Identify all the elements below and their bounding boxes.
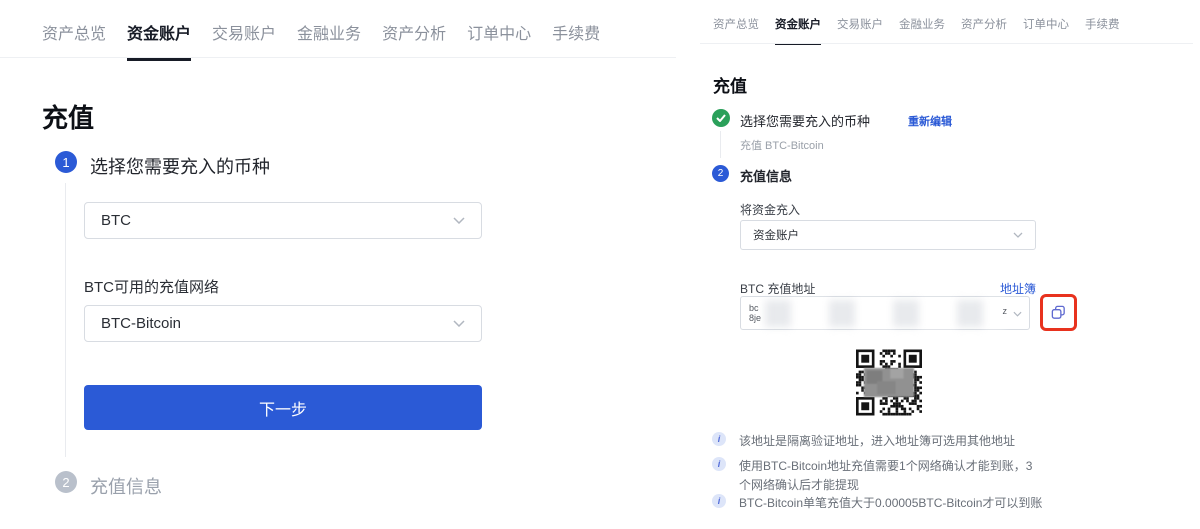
step2-label: 充值信息 xyxy=(90,473,162,499)
step1-label: 选择您需要充入的币种 xyxy=(740,111,870,130)
account-select[interactable]: 资金账户 xyxy=(740,220,1036,250)
step-connector xyxy=(720,131,721,158)
chevron-down-icon xyxy=(1013,311,1022,317)
tab-fees[interactable]: 手续费 xyxy=(1085,16,1120,45)
tab-assets-overview[interactable]: 资产总览 xyxy=(42,20,106,61)
chevron-down-icon xyxy=(453,217,465,224)
tab-funding-account[interactable]: 资金账户 xyxy=(775,16,821,45)
chevron-down-icon xyxy=(1013,232,1023,238)
network-select[interactable]: BTC-Bitcoin xyxy=(84,305,482,342)
step2-badge: 2 xyxy=(712,165,729,182)
deposit-qr-code xyxy=(856,347,922,418)
deposit-address-text: bc 8je xyxy=(749,303,761,323)
tab-asset-analysis[interactable]: 资产分析 xyxy=(382,20,446,61)
check-icon xyxy=(716,109,726,127)
tab-order-center[interactable]: 订单中心 xyxy=(1023,16,1069,45)
info-note: i BTC-Bitcoin单笔充值大于0.00005BTC-Bitcoin才可以… xyxy=(712,494,1042,513)
tab-funding-account[interactable]: 资金账户 xyxy=(127,20,191,61)
account-select-value: 资金账户 xyxy=(753,227,1013,243)
page-title: 充值 xyxy=(713,72,747,97)
step2-badge: 2 xyxy=(55,471,77,493)
step1-label: 选择您需要充入的币种 xyxy=(90,153,270,179)
network-select-value: BTC-Bitcoin xyxy=(101,315,453,332)
nav-divider xyxy=(0,57,676,58)
tab-asset-analysis[interactable]: 资产分析 xyxy=(961,16,1007,45)
info-note: i 使用BTC-Bitcoin地址充值需要1个网络确认才能到账，3个网络确认后才… xyxy=(712,457,1035,495)
info-icon: i xyxy=(712,457,726,471)
deposit-address-select[interactable]: bc 8je z xyxy=(740,296,1030,330)
address-book-link[interactable]: 地址簿 xyxy=(990,280,1036,297)
address-suffix: z xyxy=(1003,306,1008,316)
step1-done-badge xyxy=(712,109,730,127)
coin-select-value: BTC xyxy=(101,212,453,229)
info-icon: i xyxy=(712,432,726,446)
coin-select[interactable]: BTC xyxy=(84,202,482,239)
tab-finance[interactable]: 金融业务 xyxy=(297,20,361,61)
info-icon: i xyxy=(712,494,726,508)
step2-label: 充值信息 xyxy=(740,166,792,185)
deposit-address-label: BTC 充值地址 xyxy=(740,280,815,297)
account-nav: 资产总览 资金账户 交易账户 金融业务 资产分析 订单中心 手续费 xyxy=(713,16,1120,45)
nav-divider xyxy=(700,43,1193,44)
deposit-step2-panel: 资产总览 资金账户 交易账户 金融业务 资产分析 订单中心 手续费 充值 选择您… xyxy=(700,0,1200,529)
page-title: 充值 xyxy=(42,98,94,135)
tab-trading-account[interactable]: 交易账户 xyxy=(837,16,883,45)
fund-into-label: 将资金充入 xyxy=(740,201,800,218)
step1-summary: 充值 BTC-Bitcoin xyxy=(740,137,824,153)
next-step-button[interactable]: 下一步 xyxy=(84,385,482,430)
step-connector xyxy=(65,183,66,457)
copy-highlight-box xyxy=(1040,294,1077,331)
re-edit-link[interactable]: 重新编辑 xyxy=(908,113,952,129)
tab-trading-account[interactable]: 交易账户 xyxy=(212,20,276,61)
account-nav: 资产总览 资金账户 交易账户 金融业务 资产分析 订单中心 手续费 xyxy=(42,20,600,61)
step1-badge: 1 xyxy=(55,151,77,173)
info-note: i 该地址是隔离验证地址，进入地址簿可选用其他地址 xyxy=(712,432,1015,451)
copy-address-icon[interactable] xyxy=(1050,304,1067,321)
deposit-step1-panel: 资产总览 资金账户 交易账户 金融业务 资产分析 订单中心 手续费 充值 1 选… xyxy=(0,0,676,529)
network-label: BTC可用的充值网络 xyxy=(84,276,219,297)
address-blur-overlay xyxy=(765,300,1005,327)
tab-finance[interactable]: 金融业务 xyxy=(899,16,945,45)
tab-fees[interactable]: 手续费 xyxy=(552,20,600,61)
tab-assets-overview[interactable]: 资产总览 xyxy=(713,16,759,45)
tab-order-center[interactable]: 订单中心 xyxy=(467,20,531,61)
chevron-down-icon xyxy=(453,320,465,327)
